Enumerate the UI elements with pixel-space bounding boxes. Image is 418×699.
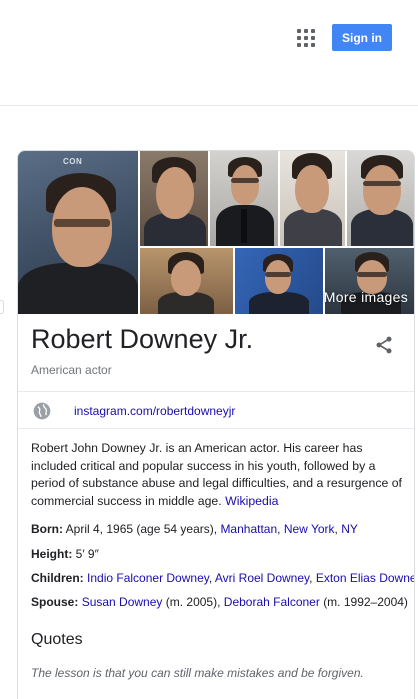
child-link[interactable]: Avri Roel Downey — [215, 571, 309, 585]
born-place-link[interactable]: New York — [284, 522, 335, 536]
entity-title: Robert Downey Jr. — [31, 324, 254, 354]
separator: , — [277, 522, 281, 536]
description: Robert John Downey Jr. is an American ac… — [31, 440, 406, 510]
knowledge-panel: CON More images Robert Downey Jr. Americ… — [17, 150, 415, 699]
child-link[interactable]: Indio Falconer Downey — [87, 571, 209, 585]
fact-value: (m. 2005), — [165, 595, 221, 609]
fact-label: Born: — [31, 522, 63, 536]
photo-thumb[interactable] — [235, 248, 323, 314]
fact-value: April 4, 1965 (age 54 years), — [65, 522, 218, 536]
sign-in-button[interactable]: Sign in — [332, 24, 392, 51]
photo-thumb[interactable] — [210, 151, 278, 246]
separator: , — [309, 571, 313, 585]
apps-grid-icon[interactable] — [297, 29, 315, 47]
spouse-link[interactable]: Susan Downey — [82, 595, 163, 609]
top-bar: Sign in — [0, 0, 418, 106]
entity-subtitle: American actor — [31, 363, 112, 377]
quotes-heading: Quotes — [31, 631, 83, 648]
divider — [18, 391, 414, 392]
fact-label: Spouse: — [31, 595, 79, 609]
spouse-link[interactable]: Deborah Falconer — [224, 595, 320, 609]
photo-thumb[interactable] — [140, 151, 208, 246]
side-handle[interactable] — [0, 300, 4, 314]
fact-spouse: Spouse: Susan Downey (m. 2005), Deborah … — [31, 595, 408, 609]
image-gallery[interactable]: CON More images — [18, 151, 414, 314]
share-icon[interactable] — [374, 335, 394, 355]
instagram-link[interactable]: instagram.com/robertdowneyjr — [74, 404, 235, 418]
fact-value: (m. 1992–2004) — [323, 595, 408, 609]
fact-height: Height: 5′ 9″ — [31, 547, 99, 561]
description-text: Robert John Downey Jr. is an American ac… — [31, 441, 402, 508]
fact-label: Height: — [31, 547, 73, 561]
fact-born: Born: April 4, 1965 (age 54 years), Manh… — [31, 522, 358, 536]
separator: , — [334, 522, 338, 536]
photo-thumb[interactable] — [280, 151, 345, 246]
photo-thumb[interactable] — [140, 248, 233, 314]
more-images-link[interactable]: More images — [324, 289, 408, 305]
main-photo[interactable]: CON — [18, 151, 138, 314]
photo-thumb[interactable] — [347, 151, 414, 246]
fact-value: 5′ 9″ — [75, 547, 99, 561]
wikipedia-link[interactable]: Wikipedia — [225, 494, 278, 508]
born-place-link[interactable]: Manhattan — [220, 522, 277, 536]
globe-icon — [33, 402, 51, 420]
quote-text[interactable]: The lesson is that you can still make mi… — [31, 666, 364, 680]
born-place-link[interactable]: NY — [341, 522, 358, 536]
divider — [18, 428, 414, 429]
child-link[interactable]: Exton Elias Downey — [316, 571, 414, 585]
fact-label: Children: — [31, 571, 84, 585]
separator: , — [208, 571, 213, 585]
fact-children: Children: Indio Falconer Downey, Avri Ro… — [31, 571, 414, 585]
backdrop-logo: CON — [63, 157, 83, 166]
